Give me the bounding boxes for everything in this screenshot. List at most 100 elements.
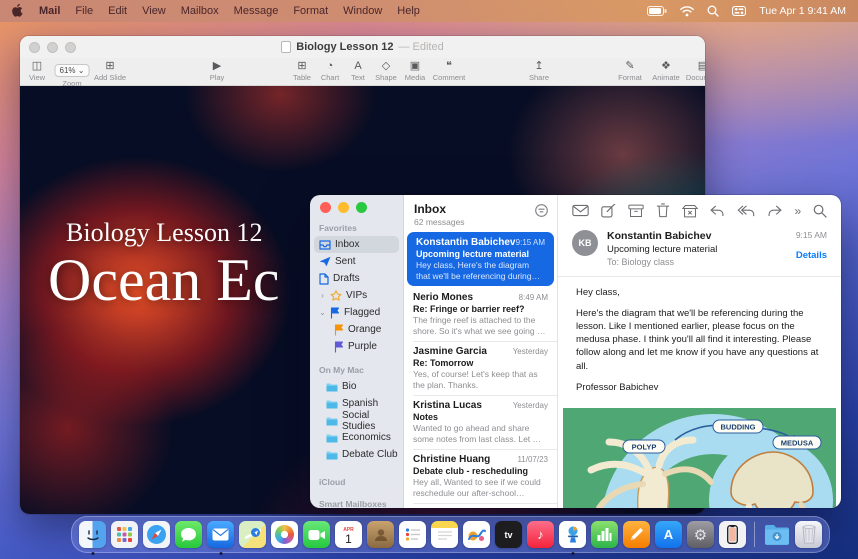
table-button[interactable]: ⊞ Table <box>293 60 311 82</box>
zoom-control[interactable]: 61% ⌄ Zoom <box>55 60 90 88</box>
dock-icon-appletv[interactable]: tv <box>495 521 522 548</box>
dock-icon-numbers[interactable] <box>591 521 618 548</box>
dock-icon-app-store[interactable]: A <box>655 521 682 548</box>
wifi-icon[interactable] <box>680 6 694 17</box>
forward-button[interactable] <box>767 204 783 218</box>
control-center-icon[interactable] <box>732 6 746 16</box>
message-row[interactable]: Darla Davidson11/05/23 Tomorrow's class … <box>404 503 557 508</box>
menu-item-window[interactable]: Window <box>343 5 382 17</box>
details-link[interactable]: Details <box>796 250 827 261</box>
search-icon[interactable] <box>707 5 719 17</box>
reply-button[interactable] <box>709 204 725 218</box>
folder-icon <box>326 399 338 409</box>
share-button[interactable]: ↥ Share <box>529 60 549 82</box>
avatar: KB <box>572 230 598 256</box>
sidebar-item-inbox[interactable]: Inbox <box>314 236 399 253</box>
trash-button[interactable] <box>656 203 670 218</box>
menu-item-view[interactable]: View <box>142 5 166 17</box>
dock-icon-safari[interactable] <box>143 521 170 548</box>
get-mail-button[interactable] <box>572 204 589 217</box>
dock-icon-facetime[interactable] <box>303 521 330 548</box>
dock-icon-launchpad[interactable] <box>111 521 138 548</box>
minimize-button[interactable] <box>47 42 58 53</box>
menu-item-edit[interactable]: Edit <box>108 5 127 17</box>
smart-mailboxes-label[interactable]: Smart Mailboxes <box>319 499 403 508</box>
zoom-button[interactable] <box>65 42 76 53</box>
tv-label: tv <box>504 530 512 540</box>
dock-icon-iphone-mirroring[interactable] <box>719 521 746 548</box>
menu-item-format[interactable]: Format <box>293 5 328 17</box>
apple-icon[interactable] <box>12 4 24 18</box>
menu-item-mailbox[interactable]: Mailbox <box>181 5 219 17</box>
dock-icon-notes[interactable] <box>431 521 458 548</box>
dock-icon-mail[interactable] <box>207 521 234 548</box>
attachment-diagram[interactable]: POLYP BUDDING MEDUSA <box>563 408 836 508</box>
icloud-label[interactable]: iCloud <box>319 477 403 487</box>
dock-icon-downloads[interactable] <box>763 521 790 548</box>
sidebar-item-flag-orange[interactable]: Orange <box>310 321 403 338</box>
dock-icon-system-settings[interactable]: ⚙ <box>687 521 714 548</box>
dock-icon-reminders[interactable] <box>399 521 426 548</box>
junk-button[interactable] <box>682 204 698 218</box>
draft-icon <box>319 273 329 285</box>
zoom-button[interactable] <box>356 202 367 213</box>
filter-icon[interactable] <box>535 204 548 217</box>
dock-icon-messages[interactable] <box>175 521 202 548</box>
dock-icon-pages[interactable] <box>623 521 650 548</box>
play-icon: ▶ <box>210 60 225 72</box>
sidebar-item-vips[interactable]: › VIPs <box>310 287 403 304</box>
sidebar-item-drafts[interactable]: Drafts <box>310 270 403 287</box>
body-greeting: Hey class, <box>576 286 823 299</box>
compose-button[interactable] <box>601 204 617 218</box>
menu-item-mail[interactable]: Mail <box>39 5 60 17</box>
text-button[interactable]: A Text <box>351 60 365 82</box>
close-button[interactable] <box>29 42 40 53</box>
menu-item-help[interactable]: Help <box>397 5 420 17</box>
sidebar-item-sent[interactable]: Sent <box>310 253 403 270</box>
chevron-right-icon[interactable]: › <box>319 291 326 300</box>
menu-clock[interactable]: Tue Apr 1 9:41 AM <box>759 5 846 17</box>
message-row[interactable]: Kristina LucasYesterday Notes Wanted to … <box>404 395 557 449</box>
dock-icon-music[interactable]: ♪ <box>527 521 554 548</box>
shape-button[interactable]: ◇ Shape <box>375 60 397 82</box>
media-button[interactable]: ▣ Media <box>405 60 425 82</box>
calendar-day: 1 <box>345 533 352 545</box>
view-button[interactable]: ◫ View <box>29 60 45 82</box>
sidebar-item-flag-purple[interactable]: Purple <box>310 338 403 355</box>
sidebar-folder-bio[interactable]: Bio <box>310 378 403 395</box>
play-button[interactable]: ▶ Play <box>210 60 225 82</box>
chevron-down-icon[interactable]: ⌄ <box>319 308 326 317</box>
dock-icon-calendar[interactable]: APR 1 <box>335 521 362 548</box>
document-button[interactable]: ▤ Document <box>686 60 705 82</box>
dock-icon-photos[interactable] <box>271 521 298 548</box>
message-row[interactable]: Nerio Mones8:49 AM Re: Fringe or barrier… <box>404 287 557 341</box>
dock-icon-contacts[interactable] <box>367 521 394 548</box>
close-button[interactable] <box>320 202 331 213</box>
dock-icon-freeform[interactable] <box>463 521 490 548</box>
archive-button[interactable] <box>628 204 644 218</box>
sidebar-folder-social-studies[interactable]: Social Studies <box>310 412 403 429</box>
dock-icon-keynote[interactable] <box>559 521 586 548</box>
comment-button[interactable]: ❝ Comment <box>433 60 466 82</box>
menu-item-message[interactable]: Message <box>234 5 279 17</box>
search-button[interactable] <box>813 204 827 218</box>
sidebar-folder-economics[interactable]: Economics <box>310 429 403 446</box>
battery-icon[interactable] <box>647 6 667 16</box>
menu-item-file[interactable]: File <box>75 5 93 17</box>
dock-icon-finder[interactable] <box>79 521 106 548</box>
add-slide-button[interactable]: ⊞ Add Slide <box>94 60 126 82</box>
dock-icon-maps[interactable] <box>239 521 266 548</box>
more-actions-button[interactable]: » <box>795 206 802 216</box>
format-button[interactable]: ✎ Format <box>618 60 642 82</box>
message-row[interactable]: Konstantin Babichev9:15 AM Upcoming lect… <box>407 232 554 286</box>
minimize-button[interactable] <box>338 202 349 213</box>
sidebar-folder-debate-club[interactable]: Debate Club <box>310 446 403 463</box>
chart-button[interactable]: ◔ Chart <box>321 60 339 82</box>
animate-button[interactable]: ❖ Animate <box>652 60 680 82</box>
sidebar-item-flagged[interactable]: ⌄ Flagged <box>310 304 403 321</box>
message-row[interactable]: Jasmine GarciaYesterday Re: Tomorrow Yes… <box>404 341 557 395</box>
message-row[interactable]: Christine Huang11/07/23 Debate club - re… <box>404 449 557 503</box>
dock-icon-trash[interactable] <box>795 521 822 548</box>
medusa-label: MEDUSA <box>781 438 814 447</box>
reply-all-button[interactable] <box>737 204 755 218</box>
